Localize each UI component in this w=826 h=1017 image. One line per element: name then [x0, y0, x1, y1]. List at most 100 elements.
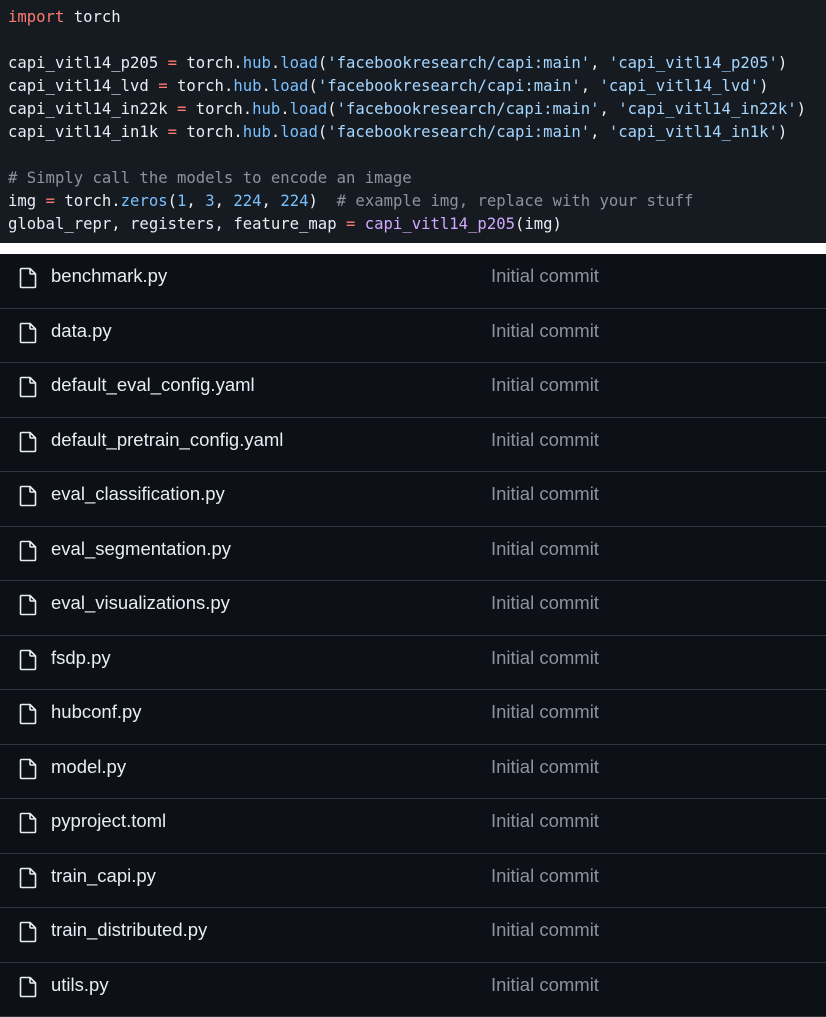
code-token: ,: [590, 123, 609, 141]
divider: [0, 243, 826, 254]
code-token: img: [8, 192, 46, 210]
code-token: (: [318, 54, 327, 72]
file-name-link[interactable]: pyproject.toml: [51, 799, 166, 843]
code-token: 224: [280, 192, 308, 210]
commit-message-link[interactable]: Initial commit: [491, 418, 599, 462]
code-line: capi_vitl14_in1k = torch.hub.load('faceb…: [8, 121, 826, 144]
file-icon: [19, 485, 37, 507]
commit-message-link[interactable]: Initial commit: [491, 799, 599, 843]
code-token: (: [168, 192, 177, 210]
file-row[interactable]: eval_segmentation.py Initial commit: [0, 527, 826, 582]
code-token: zeros: [121, 192, 168, 210]
code-line: # Simply call the models to encode an im…: [8, 167, 826, 190]
file-name-link[interactable]: eval_segmentation.py: [51, 527, 231, 571]
file-name-link[interactable]: train_capi.py: [51, 854, 156, 898]
commit-message-link[interactable]: Initial commit: [491, 527, 599, 571]
file-row[interactable]: default_pretrain_config.yaml Initial com…: [0, 418, 826, 473]
file-row[interactable]: eval_visualizations.py Initial commit: [0, 581, 826, 636]
code-token: hub: [252, 100, 280, 118]
file-name-link[interactable]: default_eval_config.yaml: [51, 363, 255, 407]
code-token: hub: [233, 77, 261, 95]
code-token: capi_vitl14_in1k: [8, 123, 168, 141]
file-row[interactable]: data.py Initial commit: [0, 309, 826, 364]
commit-message-link[interactable]: Initial commit: [491, 363, 599, 407]
code-token: =: [46, 192, 55, 210]
code-token: capi_vitl14_p205: [365, 215, 515, 233]
code-line: capi_vitl14_p205 = torch.hub.load('faceb…: [8, 52, 826, 75]
file-name-link[interactable]: default_pretrain_config.yaml: [51, 418, 283, 462]
code-token: # Simply call the models to encode an im…: [8, 169, 412, 187]
file-row[interactable]: model.py Initial commit: [0, 745, 826, 800]
file-row[interactable]: utils.py Initial commit: [0, 963, 826, 1017]
commit-message-link[interactable]: Initial commit: [491, 309, 599, 353]
file-icon: [19, 431, 37, 453]
file-name-link[interactable]: benchmark.py: [51, 254, 167, 298]
file-name-link[interactable]: eval_classification.py: [51, 472, 225, 516]
code-snippet: import torchcapi_vitl14_p205 = torch.hub…: [0, 0, 826, 243]
code-token: (: [327, 100, 336, 118]
file-row[interactable]: hubconf.py Initial commit: [0, 690, 826, 745]
code-token: capi_vitl14_lvd: [8, 77, 158, 95]
code-token: (: [318, 123, 327, 141]
file-name-link[interactable]: train_distributed.py: [51, 908, 207, 952]
code-line: global_repr, registers, feature_map = ca…: [8, 213, 826, 236]
file-name-link[interactable]: hubconf.py: [51, 690, 142, 734]
file-icon: [19, 267, 37, 289]
file-row[interactable]: default_eval_config.yaml Initial commit: [0, 363, 826, 418]
code-token: 'facebookresearch/capi:main': [327, 123, 590, 141]
commit-message-link[interactable]: Initial commit: [491, 254, 599, 298]
file-icon: [19, 649, 37, 671]
file-icon: [19, 322, 37, 344]
file-name-link[interactable]: eval_visualizations.py: [51, 581, 230, 625]
code-token: torch.: [186, 100, 252, 118]
code-line: [8, 29, 826, 52]
file-list: benchmark.py Initial commit data.py Init…: [0, 254, 826, 1017]
file-name-link[interactable]: data.py: [51, 309, 112, 353]
code-token: .: [262, 77, 271, 95]
commit-message-link[interactable]: Initial commit: [491, 908, 599, 952]
file-row[interactable]: train_distributed.py Initial commit: [0, 908, 826, 963]
code-token: =: [168, 54, 177, 72]
file-icon: [19, 758, 37, 780]
file-icon: [19, 921, 37, 943]
code-token: 'capi_vitl14_in1k': [609, 123, 778, 141]
code-token: torch.: [168, 77, 234, 95]
code-token: load: [290, 100, 328, 118]
commit-message-link[interactable]: Initial commit: [491, 745, 599, 789]
code-token: =: [346, 215, 355, 233]
file-row[interactable]: train_capi.py Initial commit: [0, 854, 826, 909]
file-row[interactable]: fsdp.py Initial commit: [0, 636, 826, 691]
code-token: ,: [600, 100, 619, 118]
code-token: load: [280, 123, 318, 141]
code-token: ,: [215, 192, 234, 210]
commit-message-link[interactable]: Initial commit: [491, 581, 599, 625]
code-token: 'capi_vitl14_in22k': [618, 100, 796, 118]
commit-message-link[interactable]: Initial commit: [491, 690, 599, 734]
code-token: import: [8, 8, 64, 26]
file-icon: [19, 867, 37, 889]
file-row[interactable]: eval_classification.py Initial commit: [0, 472, 826, 527]
file-icon: [19, 376, 37, 398]
file-name-link[interactable]: model.py: [51, 745, 126, 789]
file-icon: [19, 540, 37, 562]
file-name-link[interactable]: fsdp.py: [51, 636, 111, 680]
file-row[interactable]: benchmark.py Initial commit: [0, 254, 826, 309]
code-token: ,: [262, 192, 281, 210]
code-token: =: [177, 100, 186, 118]
commit-message-link[interactable]: Initial commit: [491, 854, 599, 898]
commit-message-link[interactable]: Initial commit: [491, 472, 599, 516]
code-token: .: [271, 123, 280, 141]
code-line: capi_vitl14_in22k = torch.hub.load('face…: [8, 98, 826, 121]
code-token: 'facebookresearch/capi:main': [327, 54, 590, 72]
commit-message-link[interactable]: Initial commit: [491, 636, 599, 680]
code-token: =: [158, 77, 167, 95]
code-token: global_repr, registers, feature_map: [8, 215, 346, 233]
code-token: 'capi_vitl14_lvd': [600, 77, 760, 95]
file-row[interactable]: pyproject.toml Initial commit: [0, 799, 826, 854]
code-token: ,: [590, 54, 609, 72]
code-token: ): [797, 100, 806, 118]
code-token: .: [271, 54, 280, 72]
file-icon: [19, 703, 37, 725]
file-icon: [19, 812, 37, 834]
code-token: load: [280, 54, 318, 72]
